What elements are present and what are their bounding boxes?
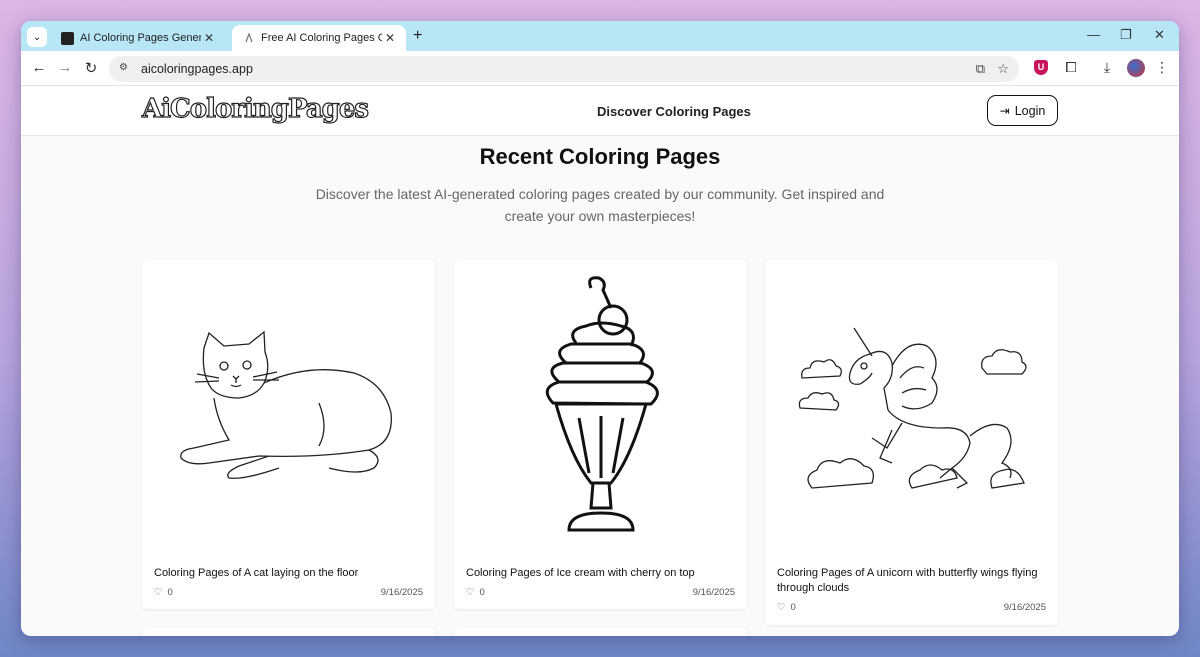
site-favicon-icon [61,31,74,45]
discover-link[interactable]: Discover Coloring Pages [597,104,751,119]
forward-icon[interactable]: → [55,59,75,76]
like-button[interactable]: ♡ 0 [777,602,796,613]
tab-title: Free AI Coloring Pages Generat [261,32,382,44]
restore-icon[interactable]: ❐ [1120,27,1132,43]
page-subtitle: Discover the latest AI-generated colorin… [315,186,885,224]
close-icon[interactable]: ✕ [382,31,398,45]
login-icon: ⇥ [999,103,1010,118]
card-meta: ♡ 0 9/16/2025 [765,596,1058,621]
ice-cream-drawing[interactable] [454,260,747,556]
install-app-icon[interactable]: ⧉ [976,61,985,77]
coloring-card[interactable]: Coloring Pages of Ice cream with cherry … [454,260,747,609]
login-button[interactable]: ⇥ Login [987,95,1058,126]
back-icon[interactable]: ← [29,59,49,76]
heart-icon: ♡ [154,587,163,598]
heart-icon: ♡ [466,587,475,598]
page-title: Recent Coloring Pages [479,144,721,169]
download-icon[interactable]: ⤓ [1097,59,1117,76]
like-button[interactable]: ♡ 0 [466,587,485,598]
coloring-card-partial[interactable] [142,628,435,636]
heart-icon: ♡ [777,602,786,613]
new-tab-icon[interactable]: + [413,27,422,45]
like-button[interactable]: ♡ 0 [154,587,173,598]
web-page: AiColoringPages Discover Coloring Pages … [21,86,1179,636]
extensions-puzzle-icon[interactable]: ⧠ [1061,59,1081,76]
profile-avatar[interactable] [1127,59,1145,77]
tab-active[interactable]: Free AI Coloring Pages Generat ✕ [232,25,406,51]
login-label: Login [1014,103,1046,118]
card-caption: Coloring Pages of Ice cream with cherry … [466,567,695,579]
like-count: 0 [167,587,173,598]
coloring-card[interactable]: Coloring Pages of A cat laying on the fl… [142,260,435,609]
cat-drawing[interactable] [142,260,435,556]
address-bar[interactable]: ⚙ aicoloringpages.app ⧉ ☆ [109,56,1019,82]
site-header: AiColoringPages Discover Coloring Pages … [21,86,1179,136]
card-date: 9/16/2025 [380,587,423,598]
close-window-icon[interactable]: ✕ [1154,27,1165,43]
url-text: aicoloringpages.app [141,62,253,76]
card-caption: Coloring Pages of A cat laying on the fl… [154,567,359,579]
coloring-card-partial[interactable] [454,628,747,636]
site-favicon-icon [242,32,255,45]
tab-search-button[interactable]: ⌄ [27,27,47,47]
extension-shield-icon[interactable]: U [1034,60,1048,75]
site-info-icon[interactable]: ⚙ [119,62,133,76]
browser-toolbar: ← → ↻ ⚙ aicoloringpages.app ⧉ ☆ U ⧠ ⤓ ⋮ [21,51,1179,86]
reload-icon[interactable]: ↻ [81,59,101,77]
chevron-down-icon: ⌄ [32,31,42,43]
card-meta: ♡ 0 9/16/2025 [142,581,435,606]
bookmark-star-icon[interactable]: ☆ [997,61,1009,77]
close-icon[interactable]: ✕ [201,31,217,45]
tab-strip: ⌄ AI Coloring Pages Generator | F ✕ Free… [21,21,1179,51]
card-date: 9/16/2025 [692,587,735,598]
tab-title: AI Coloring Pages Generator | F [80,32,201,44]
card-caption: Coloring Pages of A unicorn with butterf… [777,567,1038,594]
coloring-card[interactable]: Coloring Pages of A unicorn with butterf… [765,260,1058,625]
card-date: 9/16/2025 [1003,602,1046,613]
tab-inactive[interactable]: AI Coloring Pages Generator | F ✕ [51,25,225,51]
card-meta: ♡ 0 9/16/2025 [454,581,747,606]
like-count: 0 [479,587,485,598]
minimize-icon[interactable]: — [1087,27,1100,42]
browser-window: ⌄ AI Coloring Pages Generator | F ✕ Free… [21,21,1179,636]
site-logo[interactable]: AiColoringPages [141,93,369,124]
like-count: 0 [790,602,796,613]
menu-dots-icon[interactable]: ⋮ [1152,59,1172,76]
unicorn-drawing[interactable] [765,260,1058,556]
